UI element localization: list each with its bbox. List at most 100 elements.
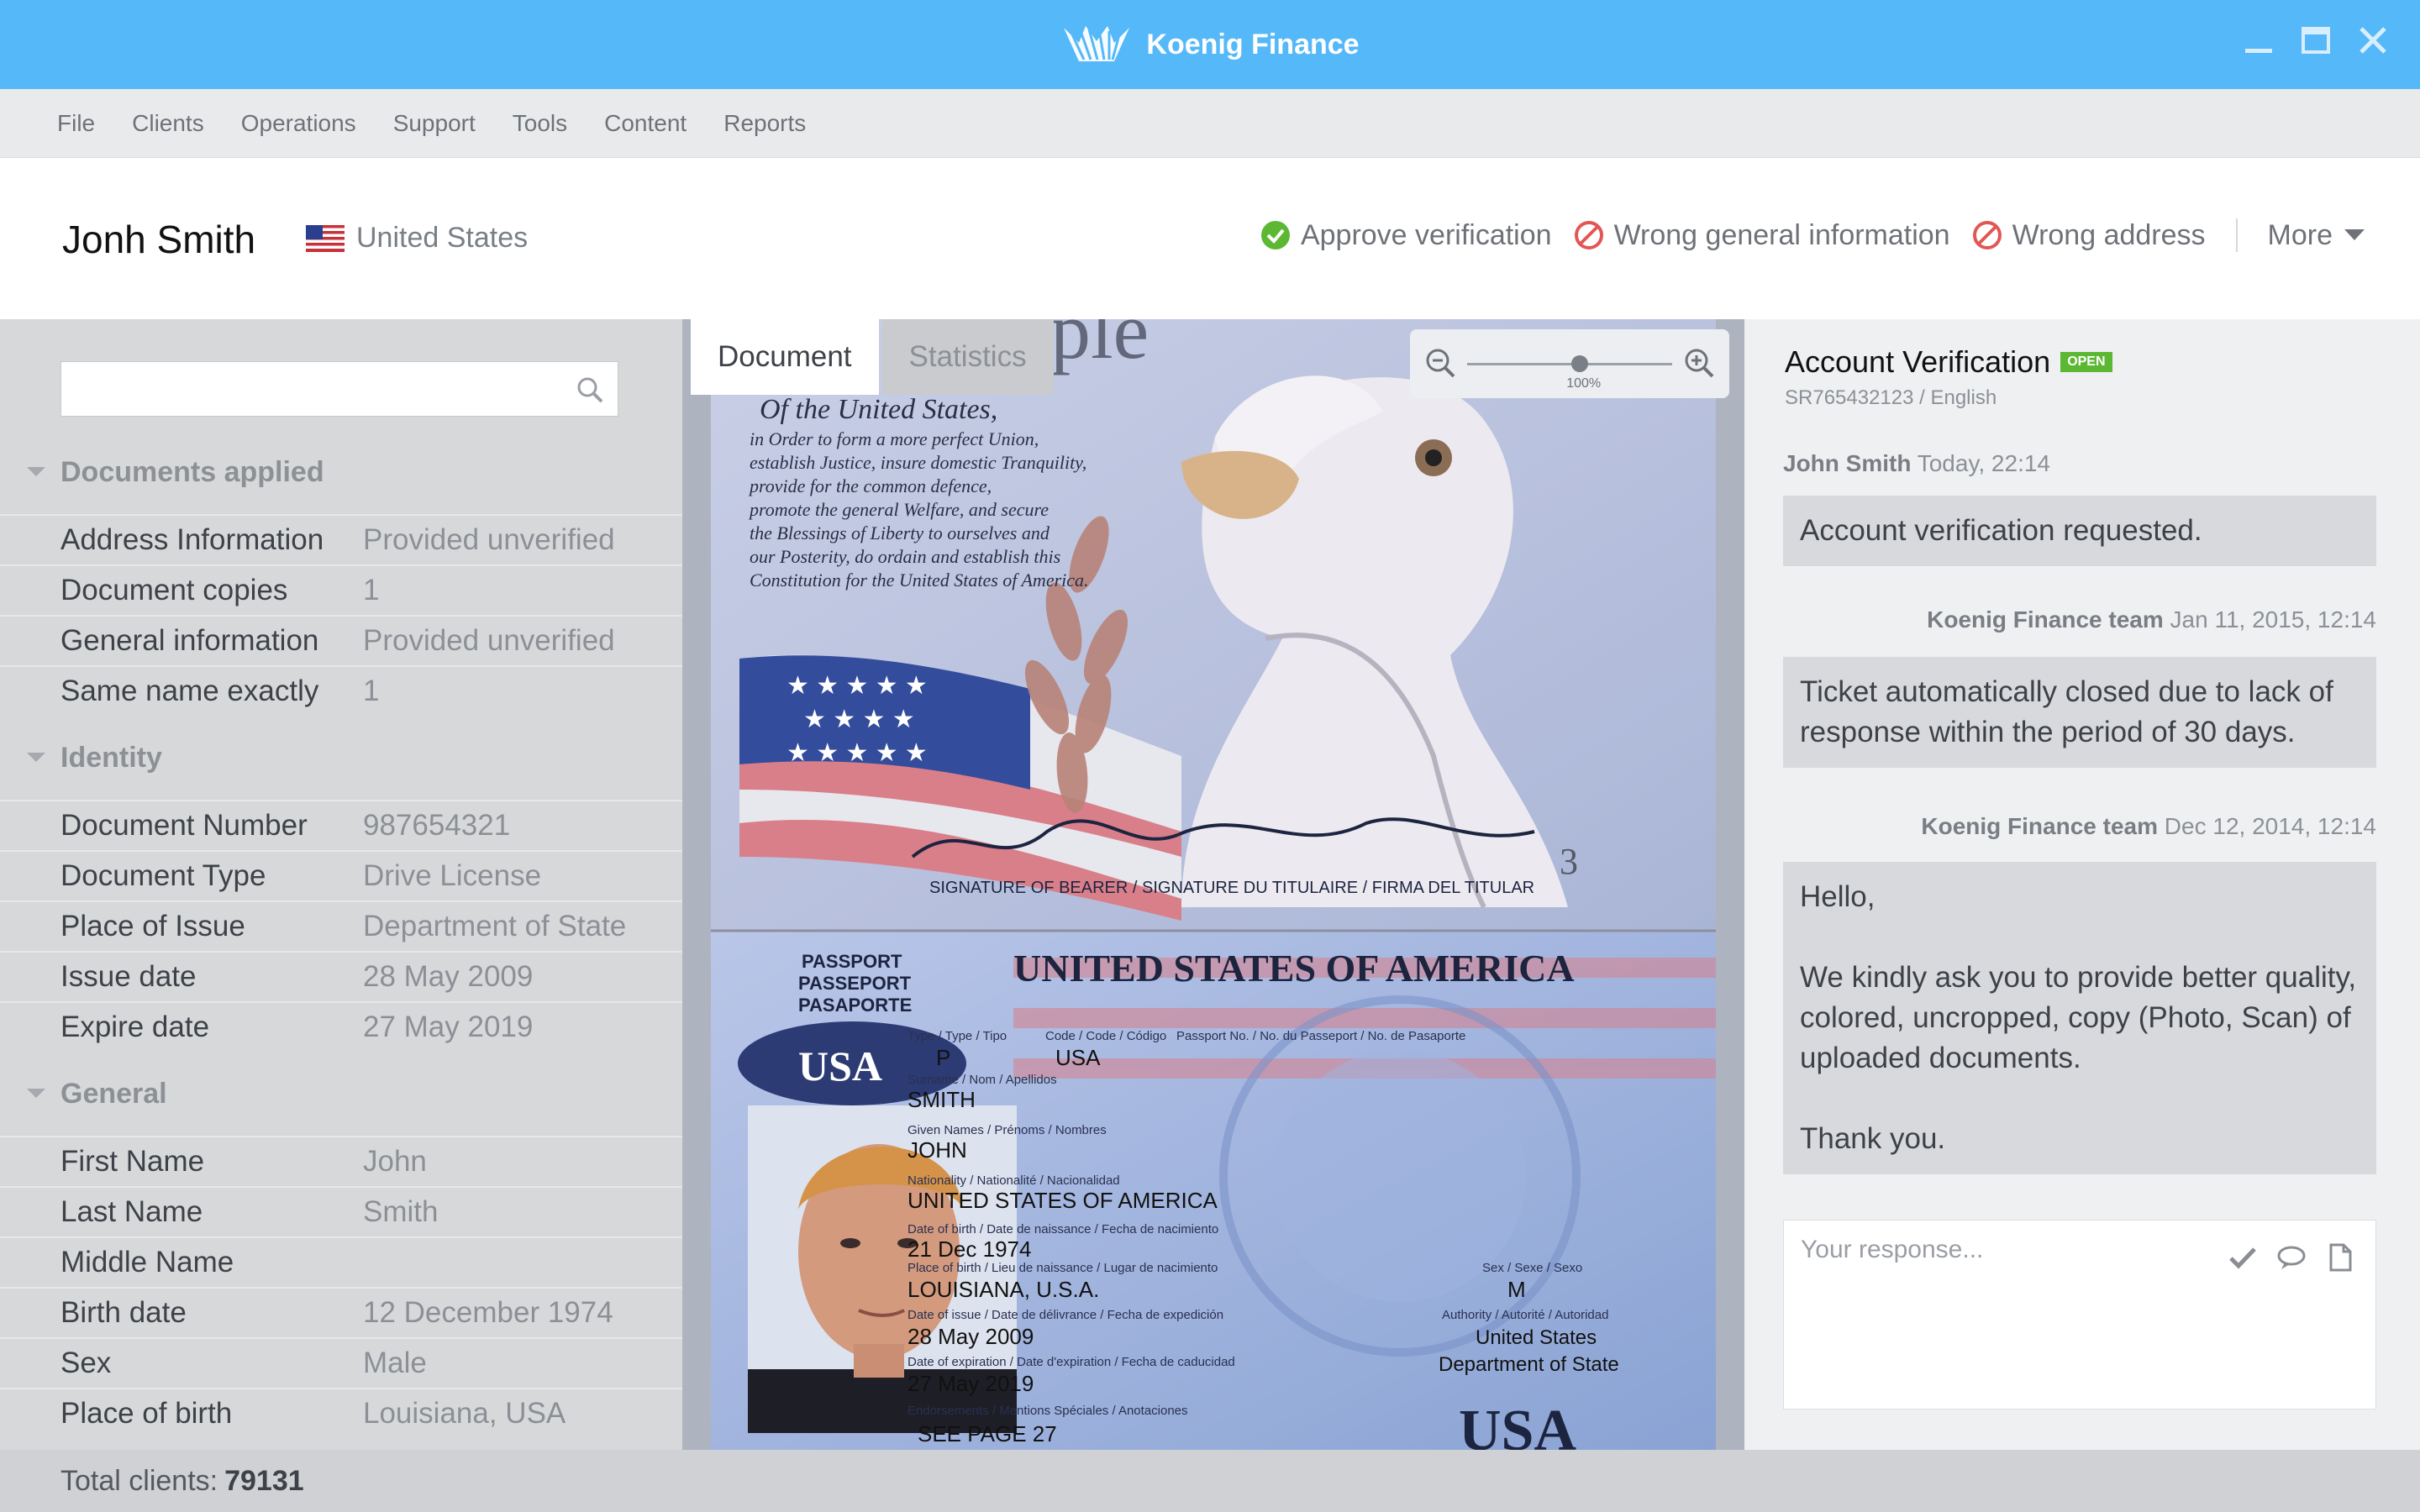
wrong-address-button[interactable]: Wrong address	[1972, 219, 2206, 252]
field-caption: Endorsements / Mentions Spéciales / Anot…	[908, 1404, 1188, 1418]
caret-down-icon	[2344, 229, 2365, 240]
zoom-slider[interactable]	[1467, 363, 1672, 365]
detail-row: Issue date 28 May 2009	[0, 951, 682, 1001]
zoom-slider-handle[interactable]	[1571, 355, 1589, 372]
message-text: Ticket automatically closed due to lack …	[1800, 675, 2333, 748]
passport-endorsements: SEE PAGE 27	[918, 1421, 1057, 1446]
section-documents-applied[interactable]: Documents applied	[0, 447, 682, 497]
maximize-button[interactable]	[2299, 24, 2333, 57]
ticket-title: Account Verification OPEN	[1785, 344, 2112, 380]
zoom-out-icon[interactable]	[1423, 346, 1457, 380]
section-title: Documents applied	[60, 455, 324, 488]
passport-authority: United States	[1476, 1326, 1597, 1349]
zoom-in-icon[interactable]	[1682, 346, 1716, 380]
app-title: Koenig Finance	[0, 0, 2420, 89]
field-caption: Date of birth / Date de naissance / Fech…	[908, 1222, 1218, 1236]
us-flag-icon	[306, 224, 345, 252]
file-icon[interactable]	[2325, 1242, 2355, 1273]
field-label: Document copies	[60, 574, 288, 606]
preamble-line: establish Justice, insure domestic Tranq…	[750, 452, 1086, 473]
prohibited-icon	[1972, 221, 2002, 249]
message-text: Hello,	[1800, 880, 1876, 913]
passport-code: USA	[1055, 1045, 1101, 1070]
field-label: Last Name	[60, 1195, 203, 1228]
collapse-caret-icon	[27, 467, 45, 476]
passport-expiry-date: 27 May 2019	[908, 1371, 1034, 1396]
preamble-line: promote the general Welfare, and secure	[748, 499, 1049, 520]
zoom-control: 100%	[1410, 329, 1729, 398]
collapse-caret-icon	[27, 753, 45, 762]
search-input[interactable]	[60, 361, 618, 417]
preamble-line: Constitution for the United States of Am…	[750, 570, 1089, 591]
message-time: Jan 11, 2015, 12:14	[2170, 606, 2376, 633]
field-label: Document Type	[60, 859, 266, 892]
passport-sex: M	[1507, 1277, 1526, 1302]
field-label: First Name	[60, 1145, 205, 1178]
message-meta: Koenig Finance team Jan 11, 2015, 12:14	[1927, 606, 2376, 633]
tab-document[interactable]: Document	[691, 319, 879, 395]
menu-file[interactable]: File	[39, 110, 113, 137]
message-text: We kindly ask you to provide better qual…	[1800, 961, 2357, 1074]
tab-statistics[interactable]: Statistics	[881, 319, 1054, 395]
field-caption: Place of birth / Lieu de naissance / Lug…	[908, 1261, 1218, 1275]
more-dropdown[interactable]: More	[2268, 219, 2365, 252]
field-caption: Sex / Sexe / Sexo	[1482, 1261, 1582, 1275]
message-author: Koenig Finance team	[1921, 813, 2159, 839]
wrong-general-info-button[interactable]: Wrong general information	[1574, 219, 1950, 252]
close-icon	[2360, 27, 2386, 54]
field-value: Provided unverified	[363, 523, 615, 556]
field-caption: Type / Type / Tipo	[908, 1029, 1007, 1043]
detail-row: Sex Male	[0, 1337, 682, 1388]
menu-support[interactable]: Support	[375, 110, 494, 137]
passport-issue-date: 28 May 2009	[908, 1324, 1034, 1349]
field-label: Expire date	[60, 1011, 210, 1043]
approve-verification-button[interactable]: Approve verification	[1260, 219, 1552, 252]
comment-icon[interactable]	[2276, 1242, 2307, 1273]
detail-row: Address Information Provided unverified	[0, 514, 682, 564]
passport-pob: LOUISIANA, U.S.A.	[908, 1277, 1099, 1302]
field-label: Document Number	[60, 809, 308, 842]
collapse-caret-icon	[27, 1089, 45, 1098]
section-general[interactable]: General	[0, 1068, 682, 1119]
field-caption: Surname / Nom / Apellidos	[908, 1073, 1057, 1087]
menu-operations[interactable]: Operations	[223, 110, 375, 137]
response-input[interactable]: Your response...	[1783, 1220, 2376, 1410]
section-identity[interactable]: Identity	[0, 732, 682, 783]
title-bar: Koenig Finance	[0, 0, 2420, 89]
prohibited-icon	[1574, 221, 1603, 249]
preamble-line: our Posterity, do ordain and establish t…	[750, 546, 1060, 567]
minimize-icon	[2245, 49, 2272, 53]
passport-document-image: ★ ★ ★ ★ ★ ★ ★ ★ ★ ★ ★ ★ ★ ★ Of the Unite…	[711, 319, 1716, 1450]
field-value: 1	[363, 675, 380, 707]
check-icon[interactable]	[2228, 1242, 2258, 1273]
document-viewer: Document Statistics 100% ★ ★ ★ ★ ★ ★ ★ ★…	[682, 319, 1744, 1450]
menu-clients[interactable]: Clients	[113, 110, 223, 137]
preamble-line: the Blessings of Liberty to ourselves an…	[750, 522, 1050, 543]
field-caption: Passport No. / No. du Passeport / No. de…	[1176, 1029, 1465, 1043]
field-label: Sex	[60, 1347, 112, 1379]
client-header: Jonh Smith United States Approve verific…	[0, 158, 2420, 319]
field-value: 27 May 2019	[363, 1011, 534, 1043]
client-name: Jonh Smith	[62, 218, 256, 261]
detail-row: Birth date 12 December 1974	[0, 1287, 682, 1337]
field-value: 12 December 1974	[363, 1296, 613, 1329]
close-button[interactable]	[2356, 24, 2390, 57]
detail-row: General information Provided unverified	[0, 615, 682, 665]
field-label: Address Information	[60, 523, 324, 556]
menu-tools[interactable]: Tools	[494, 110, 586, 137]
wrong-address-label: Wrong address	[2012, 218, 2206, 251]
field-caption: Given Names / Prénoms / Nombres	[908, 1123, 1107, 1137]
passport-word: PASSPORT	[802, 951, 902, 972]
minimize-button[interactable]	[2242, 24, 2275, 57]
message-text: Account verification requested.	[1800, 514, 2202, 547]
message-time: Today, 22:14	[1917, 450, 2050, 476]
passport-scan: ★ ★ ★ ★ ★ ★ ★ ★ ★ ★ ★ ★ ★ ★ Of the Unite…	[711, 319, 1716, 1450]
detail-row: First Name John	[0, 1136, 682, 1186]
check-circle-icon	[1260, 221, 1290, 249]
message-bubble: Ticket automatically closed due to lack …	[1783, 657, 2376, 768]
message-bubble: Account verification requested.	[1783, 496, 2376, 566]
detail-row: Document copies 1	[0, 564, 682, 615]
menu-content[interactable]: Content	[586, 110, 705, 137]
preamble-line: Of the United States,	[760, 394, 997, 425]
menu-reports[interactable]: Reports	[705, 110, 824, 137]
